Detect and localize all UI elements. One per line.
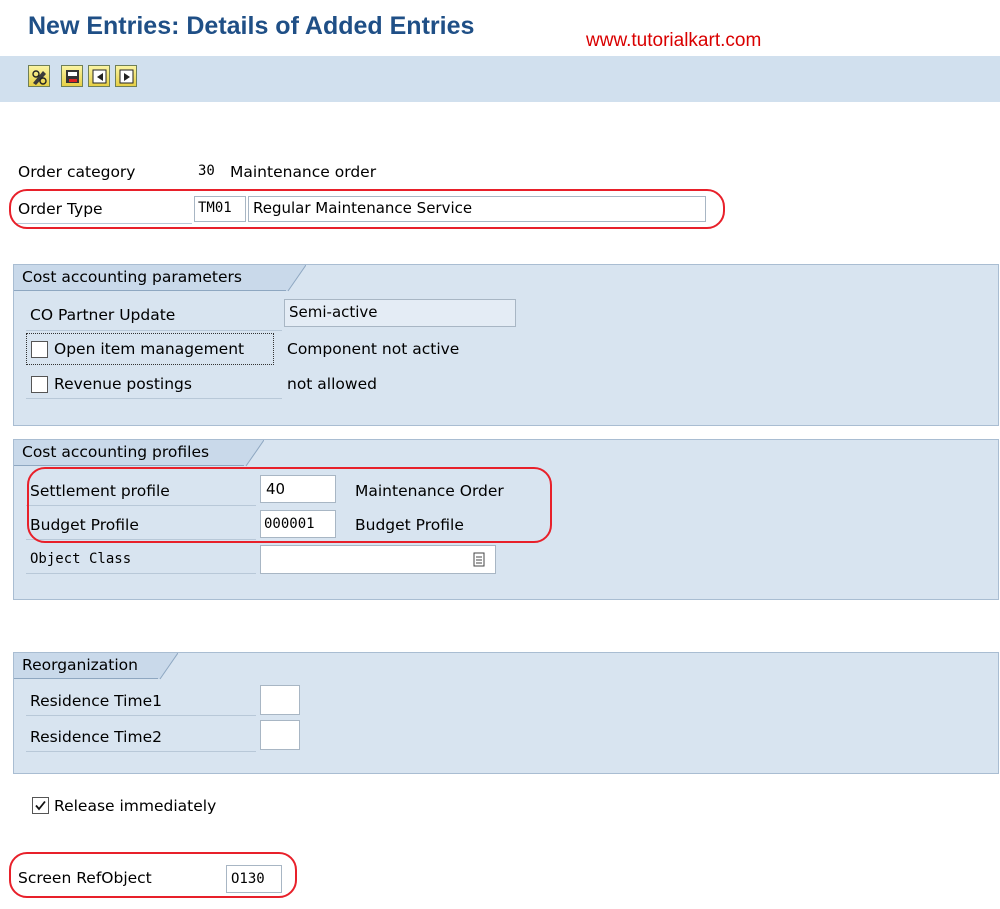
revenue-postings-checkbox[interactable] xyxy=(31,376,48,393)
open-item-label[interactable]: Open item management xyxy=(54,340,244,358)
residence-time1-field[interactable] xyxy=(260,685,300,715)
residence-time2-field[interactable] xyxy=(260,720,300,750)
row-underline xyxy=(26,715,256,716)
co-partner-value: Semi-active xyxy=(284,299,516,327)
order-category-text: Maintenance order xyxy=(230,163,377,181)
row-underline xyxy=(26,573,256,574)
group-title-reorganization: Reorganization xyxy=(14,653,160,679)
row-underline xyxy=(26,398,282,399)
object-class-label: Object Class xyxy=(30,551,132,567)
save-delete-icon[interactable] xyxy=(61,65,83,87)
group-title-cost-params: Cost accounting parameters xyxy=(14,265,288,291)
row-underline xyxy=(26,330,282,331)
order-category-label: Order category xyxy=(18,163,136,181)
object-class-dropdown[interactable] xyxy=(260,545,496,574)
next-entry-icon[interactable] xyxy=(115,65,137,87)
row-underline xyxy=(26,751,256,752)
open-item-checkbox[interactable] xyxy=(31,341,48,358)
highlight-screen-refobject xyxy=(9,852,297,898)
residence-time1-label: Residence Time1 xyxy=(30,692,162,710)
application-toolbar xyxy=(0,56,1000,102)
reorganization-group: Reorganization xyxy=(13,652,999,774)
dropdown-list-icon[interactable] xyxy=(472,552,486,567)
highlight-order-type xyxy=(9,189,725,229)
release-immediately-label[interactable]: Release immediately xyxy=(54,797,216,815)
residence-time2-label: Residence Time2 xyxy=(30,728,162,746)
watermark-text: www.tutorialkart.com xyxy=(586,30,762,51)
release-immediately-checkbox[interactable] xyxy=(32,797,49,814)
pencil-glasses-icon[interactable] xyxy=(28,65,50,87)
previous-entry-icon[interactable] xyxy=(88,65,110,87)
open-item-value: Component not active xyxy=(287,340,460,358)
revenue-postings-value: not allowed xyxy=(287,375,377,393)
page-title: New Entries: Details of Added Entries xyxy=(28,12,475,40)
group-tab-slant xyxy=(286,265,306,292)
order-category-code: 30 xyxy=(198,163,215,179)
group-tab-slant xyxy=(158,653,178,680)
revenue-postings-label[interactable]: Revenue postings xyxy=(54,375,192,393)
co-partner-label: CO Partner Update xyxy=(30,306,176,324)
checkmark-icon xyxy=(35,800,46,811)
group-title-cost-profiles: Cost accounting profiles xyxy=(14,440,246,466)
highlight-profiles xyxy=(27,467,552,543)
group-tab-slant xyxy=(244,440,264,467)
